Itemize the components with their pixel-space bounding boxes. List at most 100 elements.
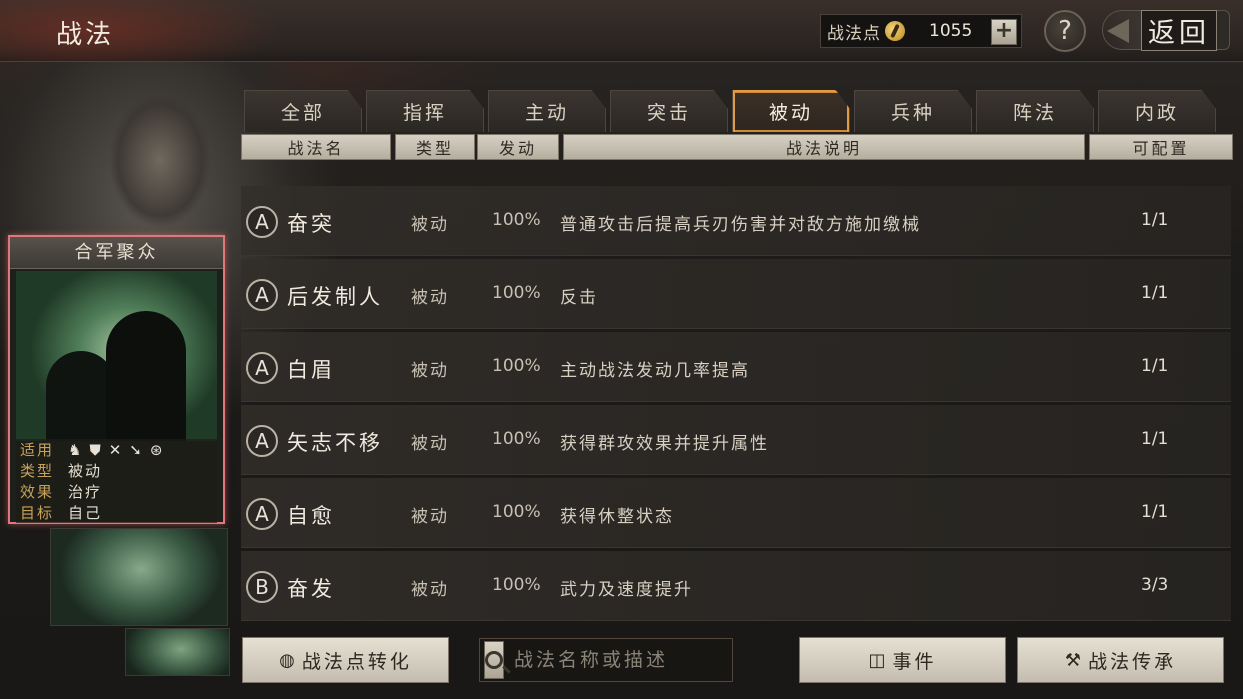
tactic-name: 矢志不移 (287, 431, 383, 455)
grade-badge: A (246, 206, 278, 238)
grade-badge: A (246, 498, 278, 530)
tab-internal-affairs[interactable]: 内政 (1098, 90, 1216, 132)
info-effect: 效果 治疗 (16, 481, 217, 502)
tactic-count: 1/1 (1141, 210, 1169, 230)
tactic-card-thumbnail[interactable] (50, 528, 228, 626)
tactic-count: 1/1 (1141, 429, 1169, 449)
search-button[interactable] (484, 641, 504, 679)
tab-passive[interactable]: 被动 (732, 90, 850, 132)
tab-all[interactable]: 全部 (244, 90, 362, 132)
category-tabs: 全部 指挥 主动 突击 被动 兵种 阵法 内政 (244, 90, 1216, 132)
tab-troop-type[interactable]: 兵种 (854, 90, 972, 132)
spear-icon: ➘ (129, 440, 142, 459)
tactic-points-icon (885, 21, 905, 41)
type-value: 被动 (68, 462, 103, 480)
grade-badge: B (246, 571, 278, 603)
info-type: 类型 被动 (16, 460, 217, 481)
tactic-card-thumbnail[interactable] (125, 628, 230, 676)
convert-points-button[interactable]: ◍ 战法点转化 (242, 637, 449, 683)
event-button[interactable]: ◫ 事件 (799, 637, 1006, 683)
tactic-points-label: 战法点 (827, 23, 881, 44)
tactic-row[interactable]: A 后发制人 被动 100% 反击 1/1 (241, 259, 1231, 329)
tactic-name: 自愈 (287, 504, 335, 528)
card-artwork (16, 271, 217, 441)
back-label: 返回 (1141, 9, 1217, 51)
page-title: 战法 (56, 20, 115, 50)
tactic-detail-card[interactable]: 合军聚众 适用 ♞ ⛊ ✕ ➘ ⊛ 类型 被动 效果 治疗 目标 自己 (8, 235, 225, 524)
tactic-name: 奋发 (287, 577, 335, 601)
tactic-description: 武力及速度提升 (560, 580, 693, 600)
tactic-type: 被动 (411, 507, 449, 527)
tactic-points-box: 战法点 1055 + (820, 14, 1022, 48)
alert-book-icon: ◫ (868, 649, 889, 671)
apply-label: 适用 (20, 441, 55, 459)
tactic-list: A 奋突 被动 100% 普通攻击后提高兵刃伤害并对敌方施加缴械 1/1 A 后… (241, 166, 1231, 626)
header-available[interactable]: 可配置 (1089, 134, 1233, 160)
search-icon (485, 651, 503, 669)
header-type[interactable]: 类型 (395, 134, 475, 160)
header-description: 战法说明 (563, 134, 1085, 160)
grade-badge: A (246, 279, 278, 311)
hero-silhouette (60, 70, 230, 240)
points-convert-icon: ◍ (279, 649, 298, 671)
wheel-icon: ⊛ (149, 440, 163, 459)
tab-assault[interactable]: 突击 (610, 90, 728, 132)
tactic-row[interactable]: A 自愈 被动 100% 获得休整状态 1/1 (241, 478, 1231, 548)
tab-formation[interactable]: 阵法 (976, 90, 1094, 132)
tactic-description: 获得休整状态 (560, 507, 674, 527)
tactic-type: 被动 (411, 215, 449, 235)
card-title: 合军聚众 (10, 237, 223, 269)
search-input[interactable] (504, 649, 757, 671)
tactic-row[interactable]: A 矢志不移 被动 100% 获得群攻效果并提升属性 1/1 (241, 405, 1231, 475)
tactic-row[interactable]: A 白眉 被动 100% 主动战法发动几率提高 1/1 (241, 332, 1231, 402)
grade-badge: A (246, 352, 278, 384)
type-label: 类型 (20, 462, 55, 480)
hammer-icon: ⚒ (1064, 649, 1085, 671)
shield-icon: ⛊ (89, 440, 101, 459)
tactic-description: 主动战法发动几率提高 (560, 361, 750, 381)
target-label: 目标 (20, 504, 55, 522)
tactic-rate: 100% (492, 356, 541, 376)
tactic-points-value: 1055 (929, 21, 973, 41)
tactic-description: 获得群攻效果并提升属性 (560, 434, 769, 454)
inherit-tactic-button[interactable]: ⚒ 战法传承 (1017, 637, 1224, 683)
tactic-type: 被动 (411, 434, 449, 454)
tactic-description: 反击 (560, 288, 598, 308)
cavalry-icon: ♞ (68, 440, 82, 459)
tactic-count: 3/3 (1141, 575, 1169, 595)
tactic-rate: 100% (492, 210, 541, 230)
convert-points-label: 战法点转化 (301, 650, 412, 673)
tactic-type: 被动 (411, 288, 449, 308)
tactic-row[interactable]: B 奋发 被动 100% 武力及速度提升 3/3 (241, 551, 1231, 621)
event-label: 事件 (892, 650, 937, 673)
tab-active-skill[interactable]: 主动 (488, 90, 606, 132)
tactic-rate: 100% (492, 429, 541, 449)
effect-value: 治疗 (68, 483, 103, 501)
header-name[interactable]: 战法名 (241, 134, 391, 160)
add-points-button[interactable]: + (991, 19, 1017, 45)
back-arrow-icon (1107, 19, 1129, 43)
header-trigger[interactable]: 发动 (477, 134, 559, 160)
tactic-rate: 100% (492, 575, 541, 595)
info-target: 目标 自己 (16, 502, 217, 523)
target-value: 自己 (68, 504, 103, 522)
tactic-row[interactable]: A 奋突 被动 100% 普通攻击后提高兵刃伤害并对敌方施加缴械 1/1 (241, 186, 1231, 256)
tactic-rate: 100% (492, 502, 541, 522)
tactic-description: 普通攻击后提高兵刃伤害并对敌方施加缴械 (560, 215, 921, 235)
tactic-type: 被动 (411, 580, 449, 600)
warrior-silhouette (106, 311, 186, 441)
tactic-type: 被动 (411, 361, 449, 381)
top-bar: 战法 战法点 1055 + ? 返回 (0, 0, 1243, 62)
back-button[interactable]: 返回 (1102, 9, 1230, 51)
help-button[interactable]: ? (1044, 10, 1086, 52)
tab-command[interactable]: 指挥 (366, 90, 484, 132)
effect-label: 效果 (20, 483, 55, 501)
search-box (479, 638, 757, 682)
tactic-name: 白眉 (287, 358, 335, 382)
tactic-name: 奋突 (287, 212, 335, 236)
tactic-name: 后发制人 (287, 285, 383, 309)
unit-type-icons: ♞ ⛊ ✕ ➘ ⊛ (68, 441, 162, 459)
tactic-rate: 100% (492, 283, 541, 303)
info-apply: 适用 ♞ ⛊ ✕ ➘ ⊛ (16, 439, 217, 460)
bow-crossed-icon: ✕ (108, 440, 122, 459)
